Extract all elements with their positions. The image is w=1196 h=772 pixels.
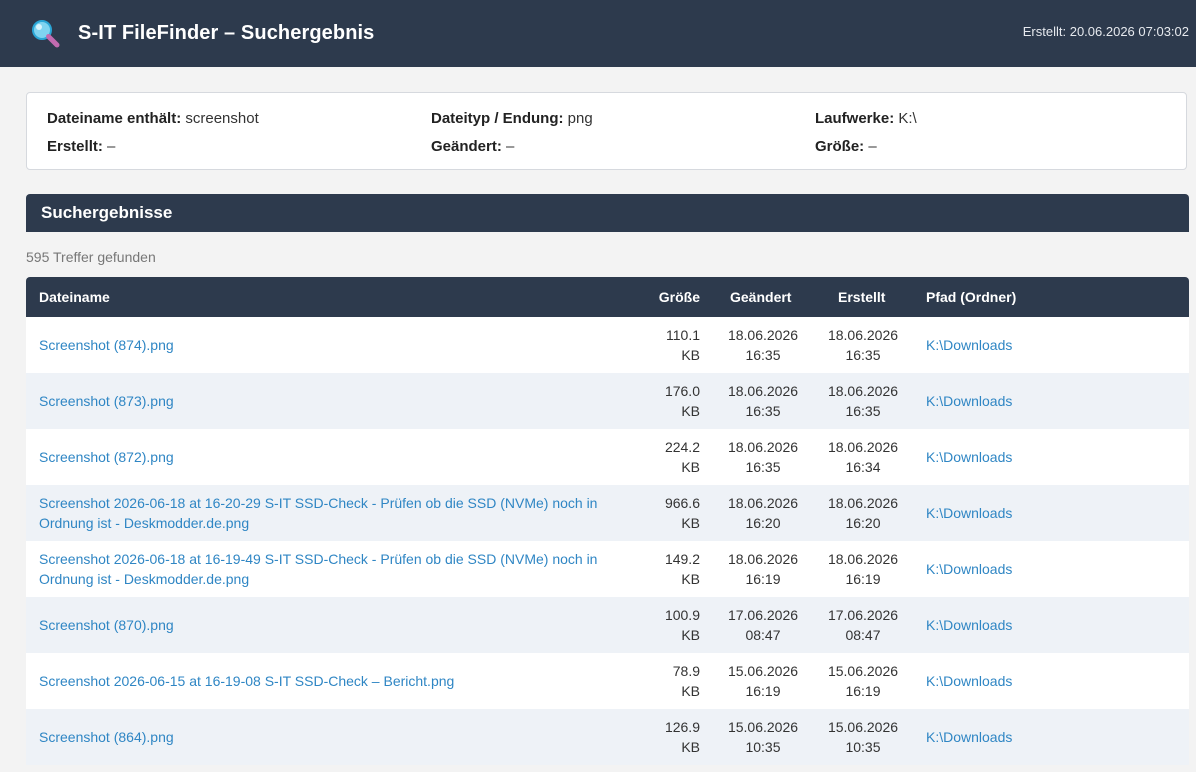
column-header-name[interactable]: Dateiname <box>39 289 110 305</box>
file-size: 100.9 KB <box>664 607 700 643</box>
file-size: 176.0 KB <box>664 383 700 419</box>
folder-path-link[interactable]: K:\Downloads <box>926 559 1012 579</box>
created-timestamp: Erstellt: 20.06.2026 07:03:02 <box>1022 24 1189 39</box>
file-size: 149.2 KB <box>664 551 700 587</box>
column-header-path[interactable]: Pfad (Ordner) <box>926 289 1016 305</box>
criteria-filename: Dateiname enthält: screenshot <box>47 110 259 127</box>
search-criteria-panel: Dateiname enthält: screenshot Dateityp /… <box>26 92 1187 170</box>
modified-date: 18.06.2026 16:19 <box>727 551 799 587</box>
file-name-link[interactable]: Screenshot (872).png <box>39 447 639 467</box>
table-header: Dateiname Größe Geändert Erstellt Pfad (… <box>26 277 1189 317</box>
table-row: Screenshot 2026-06-18 at 16-20-29 S-IT S… <box>26 485 1189 541</box>
table-row: Screenshot (872).png 224.2 KB 18.06.2026 16:… <box>26 429 1189 485</box>
file-size: 78.9 KB <box>672 663 700 699</box>
criteria-size: Größe: – <box>815 138 877 155</box>
created-date: 18.06.2026 16:35 <box>827 383 899 419</box>
magnifier-icon <box>32 19 60 47</box>
modified-date: 18.06.2026 16:20 <box>727 495 799 531</box>
file-name-link[interactable]: Screenshot (874).png <box>39 335 639 355</box>
file-name-link[interactable]: Screenshot (870).png <box>39 615 639 635</box>
table-row: Screenshot (874).png 110.1 KB 18.06.2026 16:… <box>26 317 1189 373</box>
folder-path-link[interactable]: K:\Downloads <box>926 391 1012 411</box>
modified-date: 17.06.2026 08:47 <box>727 607 799 643</box>
criteria-filetype: Dateityp / Endung: png <box>431 110 593 127</box>
folder-path-link[interactable]: K:\Downloads <box>926 447 1012 467</box>
file-size: 110.1 KB <box>666 327 700 363</box>
modified-date: 15.06.2026 10:35 <box>727 719 799 755</box>
modified-date: 18.06.2026 16:35 <box>727 439 799 475</box>
table-row: Screenshot (873).png 176.0 KB 18.06.2026 16:… <box>26 373 1189 429</box>
created-date: 18.06.2026 16:34 <box>827 439 899 475</box>
folder-path-link[interactable]: K:\Downloads <box>926 503 1012 523</box>
modified-date: 15.06.2026 16:19 <box>727 663 799 699</box>
created-date: 18.06.2026 16:20 <box>827 495 899 531</box>
results-section-title: Suchergebnisse <box>26 194 1189 232</box>
results-count: 595 Treffer gefunden <box>26 249 156 265</box>
column-header-size[interactable]: Größe <box>659 289 700 305</box>
folder-path-link[interactable]: K:\Downloads <box>926 615 1012 635</box>
file-size: 126.9 KB <box>664 719 700 755</box>
created-date: 15.06.2026 16:19 <box>827 663 899 699</box>
column-header-modified[interactable]: Geändert <box>730 289 791 305</box>
folder-path-link[interactable]: K:\Downloads <box>926 671 1012 691</box>
table-row: Screenshot 2026-06-15 at 16-19-08 S-IT S… <box>26 653 1189 709</box>
file-name-link[interactable]: Screenshot 2026-06-15 at 16-19-08 S-IT S… <box>39 671 639 691</box>
file-size: 224.2 KB <box>664 439 700 475</box>
results-table: Dateiname Größe Geändert Erstellt Pfad (… <box>26 277 1189 765</box>
file-size: 966.6 KB <box>664 495 700 531</box>
table-row: Screenshot (870).png 100.9 KB 17.06.2026 08:… <box>26 597 1189 653</box>
page-title: S-IT FileFinder – Suchergebnis <box>78 22 375 44</box>
folder-path-link[interactable]: K:\Downloads <box>926 335 1012 355</box>
column-header-created[interactable]: Erstellt <box>838 289 885 305</box>
file-name-link[interactable]: Screenshot 2026-06-18 at 16-19-49 S-IT S… <box>39 549 639 589</box>
created-date: 18.06.2026 16:35 <box>827 327 899 363</box>
modified-date: 18.06.2026 16:35 <box>727 327 799 363</box>
folder-path-link[interactable]: K:\Downloads <box>926 727 1012 747</box>
table-row: Screenshot (864).png 126.9 KB 15.06.2026 10:… <box>26 709 1189 765</box>
modified-date: 18.06.2026 16:35 <box>727 383 799 419</box>
criteria-modified: Geändert: – <box>431 138 515 155</box>
created-date: 18.06.2026 16:19 <box>827 551 899 587</box>
file-name-link[interactable]: Screenshot 2026-06-18 at 16-20-29 S-IT S… <box>39 493 639 533</box>
criteria-created: Erstellt: – <box>47 138 116 155</box>
created-date: 17.06.2026 08:47 <box>827 607 899 643</box>
criteria-drives: Laufwerke: K:\ <box>815 110 917 127</box>
file-name-link[interactable]: Screenshot (864).png <box>39 727 639 747</box>
header-bar: S-IT FileFinder – Suchergebnis Erstellt:… <box>0 0 1196 67</box>
file-name-link[interactable]: Screenshot (873).png <box>39 391 639 411</box>
created-date: 15.06.2026 10:35 <box>827 719 899 755</box>
table-row: Screenshot 2026-06-18 at 16-19-49 S-IT S… <box>26 541 1189 597</box>
